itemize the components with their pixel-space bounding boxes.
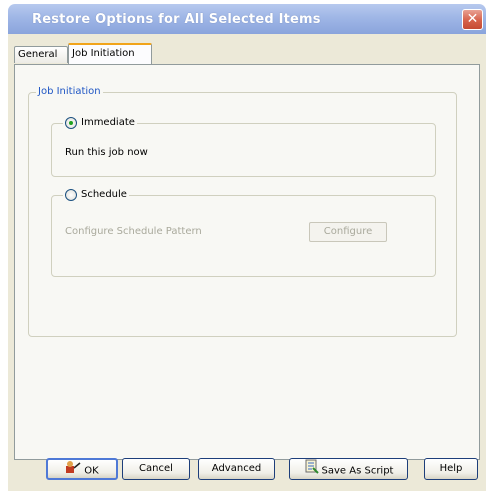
- immediate-radio[interactable]: [65, 117, 77, 129]
- close-icon: ✕: [466, 11, 479, 27]
- immediate-description: Run this job now: [65, 147, 148, 158]
- tab-job-initiation[interactable]: Job Initiation: [68, 43, 152, 64]
- tab-general[interactable]: General: [14, 46, 68, 63]
- title-bar[interactable]: Restore Options for All Selected Items ✕: [8, 4, 486, 34]
- tab-strip: General Job Initiation: [8, 42, 486, 64]
- job-initiation-group-title: Job Initiation: [36, 86, 103, 98]
- immediate-radio-option[interactable]: Immediate: [63, 117, 137, 129]
- window-title: Restore Options for All Selected Items: [32, 12, 321, 27]
- cancel-button[interactable]: Cancel: [122, 458, 190, 480]
- immediate-group: Immediate Run this job now: [51, 117, 436, 177]
- advanced-button[interactable]: Advanced: [198, 458, 275, 480]
- schedule-radio[interactable]: [65, 189, 77, 201]
- immediate-label: Immediate: [81, 117, 135, 128]
- configure-button[interactable]: Configure: [309, 222, 387, 242]
- ok-button[interactable]: OK: [46, 458, 118, 480]
- schedule-group: Schedule Configure Schedule Pattern Conf…: [51, 189, 436, 277]
- save-as-script-button[interactable]: Save As Script: [289, 458, 408, 480]
- job-initiation-group: Job Initiation Immediate Run this job no…: [28, 86, 457, 337]
- save-as-script-label: Save As Script: [321, 465, 394, 477]
- ok-user-icon: [65, 460, 81, 481]
- schedule-radio-option[interactable]: Schedule: [63, 189, 129, 201]
- tab-panel-job-initiation: Job Initiation Immediate Run this job no…: [14, 64, 480, 460]
- close-button[interactable]: ✕: [462, 9, 483, 30]
- schedule-label: Schedule: [81, 189, 127, 200]
- dialog-window: Restore Options for All Selected Items ✕…: [0, 0, 491, 495]
- script-icon: [304, 459, 319, 482]
- schedule-pattern-label: Configure Schedule Pattern: [65, 226, 202, 237]
- help-button[interactable]: Help: [424, 458, 478, 480]
- dialog-client-area: General Job Initiation Job Initiation Im…: [8, 34, 486, 491]
- ok-button-label: OK: [84, 465, 99, 477]
